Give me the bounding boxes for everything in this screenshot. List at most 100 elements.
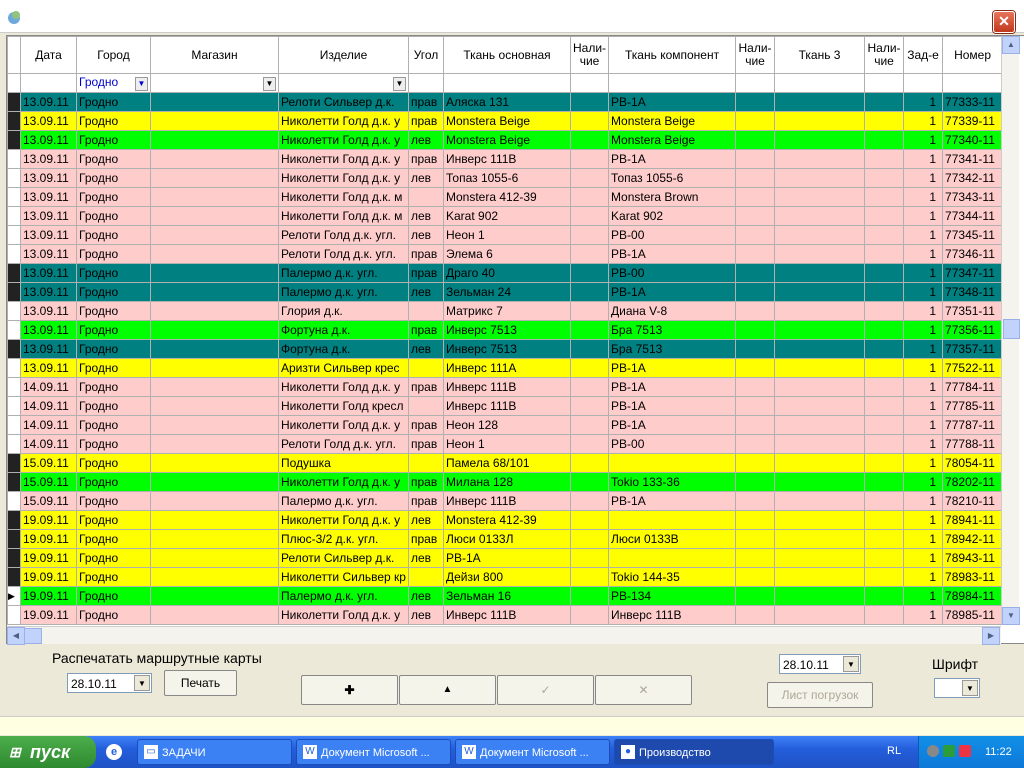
cell-comp[interactable]: Tokio 144-35 bbox=[608, 567, 737, 587]
row-indicator[interactable] bbox=[7, 244, 21, 264]
cell-city[interactable]: Гродно bbox=[76, 225, 151, 245]
cell-comp[interactable] bbox=[608, 453, 737, 473]
row-indicator[interactable] bbox=[7, 434, 21, 454]
cell-number[interactable]: 78985-11 bbox=[942, 605, 1004, 625]
cell-product[interactable]: Николетти Голд д.к. у bbox=[278, 168, 409, 188]
cell-avail[interactable] bbox=[569, 396, 610, 416]
table-row[interactable]: 19.09.11 Гродно Релоти Сильвер д.к. лев РВ-1… bbox=[7, 548, 1004, 568]
load-sheet-button[interactable]: Лист погрузок bbox=[767, 682, 873, 708]
column-header-angle[interactable]: Угол bbox=[408, 36, 444, 74]
cell-fabric3[interactable] bbox=[774, 282, 866, 302]
cell-avail[interactable] bbox=[864, 434, 905, 454]
cell-fabric[interactable]: Зельман 24 bbox=[443, 282, 571, 302]
tray-icon[interactable] bbox=[927, 745, 939, 757]
cell-fabric[interactable]: Элема 6 bbox=[443, 244, 571, 264]
cell-fabric[interactable]: Инверс 7513 bbox=[443, 339, 571, 359]
cell-comp[interactable]: РВ-1А bbox=[608, 282, 737, 302]
cell-fabric[interactable]: Monstera 412-39 bbox=[443, 187, 571, 207]
cell-date[interactable]: 13.09.11 bbox=[20, 339, 77, 359]
scroll-right-icon[interactable]: ▶ bbox=[982, 627, 1000, 645]
cell-fabric[interactable]: Дейзи 800 bbox=[443, 567, 571, 587]
cell-avail[interactable] bbox=[735, 567, 776, 587]
cell-city[interactable]: Гродно bbox=[76, 567, 151, 587]
table-row[interactable]: 13.09.11 Гродно Глория д.к. Матрикс 7 Диана … bbox=[7, 301, 1004, 321]
cell-product[interactable]: Глория д.к. bbox=[278, 301, 409, 321]
cell-number[interactable]: 77346-11 bbox=[942, 244, 1004, 264]
cell-fabric[interactable]: Аляска 131 bbox=[443, 92, 571, 112]
add-button[interactable]: ✚ bbox=[301, 675, 398, 705]
row-indicator[interactable] bbox=[7, 92, 21, 112]
cell-city[interactable]: Гродно bbox=[76, 358, 151, 378]
cell-avail[interactable] bbox=[735, 244, 776, 264]
cell-avail[interactable] bbox=[864, 377, 905, 397]
cell-shop[interactable] bbox=[150, 548, 279, 568]
cell-product[interactable]: Николетти Голд д.к. у bbox=[278, 111, 409, 131]
cell-comp[interactable]: РВ-00 bbox=[608, 434, 737, 454]
cell-date[interactable]: 13.09.11 bbox=[20, 92, 77, 112]
cell-qty[interactable]: 1 bbox=[903, 263, 944, 283]
row-indicator[interactable] bbox=[7, 187, 21, 207]
cell-fabric[interactable]: Инверс 111В bbox=[443, 377, 571, 397]
task-word-1[interactable]: W Документ Microsoft ... bbox=[296, 739, 451, 765]
cell-number[interactable]: 78943-11 bbox=[942, 548, 1004, 568]
cell-shop[interactable] bbox=[150, 111, 279, 131]
cell-shop[interactable] bbox=[150, 434, 279, 454]
cell-shop[interactable] bbox=[150, 244, 279, 264]
cell-angle[interactable]: прав bbox=[408, 244, 444, 264]
column-header-fabric-3[interactable]: Ткань 3 bbox=[774, 36, 866, 74]
cell-avail[interactable] bbox=[569, 605, 610, 625]
cell-date[interactable]: 15.09.11 bbox=[20, 491, 77, 511]
cell-qty[interactable]: 1 bbox=[903, 453, 944, 473]
table-row[interactable]: 13.09.11 Гродно Релоти Голд д.к. угл. лев Не… bbox=[7, 225, 1004, 245]
cell-date[interactable]: 15.09.11 bbox=[20, 472, 77, 492]
table-row[interactable]: 19.09.11 Гродно Николетти Голд д.к. у лев Ин… bbox=[7, 605, 1004, 625]
cell-angle[interactable]: прав bbox=[408, 320, 444, 340]
cell-date[interactable]: 19.09.11 bbox=[20, 567, 77, 587]
cell-avail[interactable] bbox=[864, 472, 905, 492]
cell-date[interactable]: 19.09.11 bbox=[20, 529, 77, 549]
cell-city[interactable]: Гродно bbox=[76, 510, 151, 530]
cell-city[interactable]: Гродно bbox=[76, 548, 151, 568]
cell-avail[interactable] bbox=[735, 510, 776, 530]
cell-avail[interactable] bbox=[735, 168, 776, 188]
cell-city[interactable]: Гродно bbox=[76, 168, 151, 188]
cell-avail[interactable] bbox=[864, 339, 905, 359]
column-header-avail-2[interactable]: Нали- чие bbox=[735, 36, 776, 74]
cell-fabric3[interactable] bbox=[774, 92, 866, 112]
row-indicator[interactable] bbox=[7, 168, 21, 188]
chevron-down-icon[interactable]: ▼ bbox=[962, 680, 978, 696]
cell-product[interactable]: Релоти Голд д.к. угл. bbox=[278, 434, 409, 454]
cell-angle[interactable]: прав bbox=[408, 472, 444, 492]
chevron-down-icon[interactable]: ▼ bbox=[843, 656, 859, 672]
cell-avail[interactable] bbox=[569, 282, 610, 302]
cell-avail[interactable] bbox=[735, 339, 776, 359]
vertical-scrollbar[interactable]: ▲ ▼ bbox=[1001, 36, 1020, 625]
cell-product[interactable]: Николетти Голд кресл bbox=[278, 396, 409, 416]
cell-number[interactable]: 77339-11 bbox=[942, 111, 1004, 131]
cell-qty[interactable]: 1 bbox=[903, 491, 944, 511]
cell-number[interactable]: 78984-11 bbox=[942, 586, 1004, 606]
cell-comp[interactable]: Бра 7513 bbox=[608, 339, 737, 359]
cell-date[interactable]: 15.09.11 bbox=[20, 453, 77, 473]
cell-city[interactable]: Гродно bbox=[76, 111, 151, 131]
move-up-button[interactable]: ▲ bbox=[399, 675, 496, 705]
cell-avail[interactable] bbox=[569, 320, 610, 340]
cell-product[interactable]: Николетти Голд д.к. у bbox=[278, 510, 409, 530]
cell-shop[interactable] bbox=[150, 320, 279, 340]
table-row[interactable]: 13.09.11 Гродно Николетти Голд д.к. м Monst… bbox=[7, 187, 1004, 207]
cell-number[interactable]: 77333-11 bbox=[942, 92, 1004, 112]
cell-angle[interactable] bbox=[408, 396, 444, 416]
cell-fabric[interactable]: Инверс 111В bbox=[443, 491, 571, 511]
cell-qty[interactable]: 1 bbox=[903, 415, 944, 435]
cell-fabric[interactable]: Инверс 7513 bbox=[443, 320, 571, 340]
cell-city[interactable]: Гродно bbox=[76, 586, 151, 606]
cell-avail[interactable] bbox=[864, 244, 905, 264]
cell-avail[interactable] bbox=[864, 586, 905, 606]
table-row[interactable]: ▶ 19.09.11 Гродно Палермо д.к. угл. лев Зельм… bbox=[7, 586, 1004, 606]
cell-date[interactable]: 13.09.11 bbox=[20, 301, 77, 321]
column-header-number[interactable]: Номер bbox=[942, 36, 1004, 74]
cell-shop[interactable] bbox=[150, 206, 279, 226]
cell-city[interactable]: Гродно bbox=[76, 415, 151, 435]
cell-city[interactable]: Гродно bbox=[76, 301, 151, 321]
cell-qty[interactable]: 1 bbox=[903, 244, 944, 264]
